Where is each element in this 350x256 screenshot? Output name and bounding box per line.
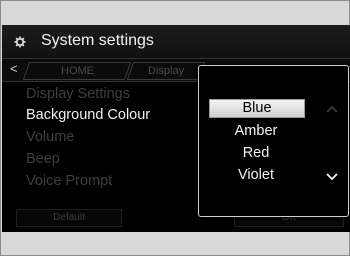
- page-title: System settings: [41, 32, 154, 49]
- gear-icon: [14, 36, 26, 48]
- menu-item-display-settings[interactable]: Display Settings: [26, 86, 130, 102]
- option-violet[interactable]: Violet: [209, 166, 303, 185]
- menu-item-background-colour[interactable]: Background Colour: [26, 107, 150, 123]
- menu-item-volume[interactable]: Volume: [26, 129, 74, 145]
- option-red[interactable]: Red: [209, 144, 303, 163]
- option-blue[interactable]: Blue: [209, 99, 305, 118]
- tab-home-label: HOME: [60, 65, 94, 77]
- chevron-down-icon[interactable]: [325, 172, 339, 182]
- tab-display-label: Display: [147, 65, 185, 77]
- menu-item-beep[interactable]: Beep: [26, 151, 60, 167]
- chevron-up-icon[interactable]: [325, 104, 339, 114]
- colour-picker-popup: Blue Amber Red Violet: [198, 65, 349, 217]
- display-screen: System settings < HOME Display Display S…: [2, 25, 350, 232]
- tab-display[interactable]: Display: [126, 62, 206, 80]
- default-button[interactable]: Default: [16, 209, 122, 227]
- title-bar: System settings: [2, 25, 350, 58]
- menu-item-voice-prompt[interactable]: Voice Prompt: [26, 173, 112, 189]
- device-frame: System settings < HOME Display Display S…: [0, 0, 350, 256]
- tab-home[interactable]: HOME: [22, 62, 132, 80]
- option-amber[interactable]: Amber: [209, 122, 303, 141]
- tab-prev-arrow-icon[interactable]: <: [10, 61, 18, 76]
